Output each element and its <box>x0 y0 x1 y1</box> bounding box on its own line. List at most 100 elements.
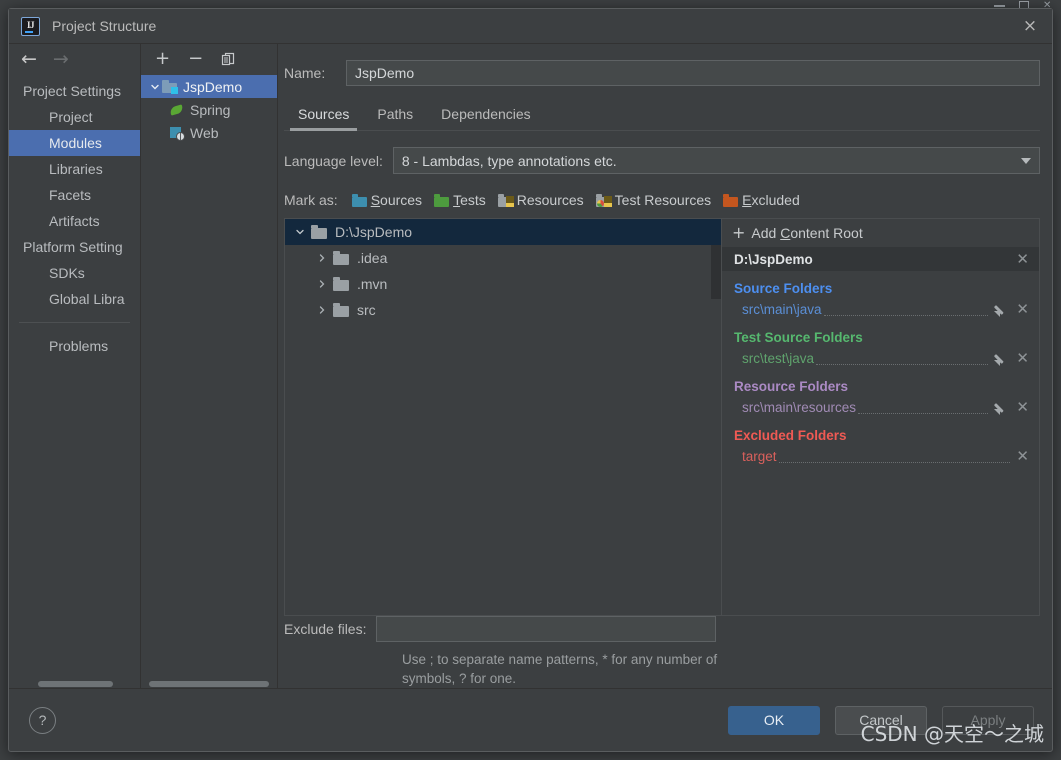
file-tree-vertical-scrollbar[interactable] <box>711 245 721 299</box>
sidebar-item-facets[interactable]: Facets <box>9 182 140 208</box>
add-content-root-pre: Add <box>751 225 781 241</box>
exclude-files-input[interactable] <box>376 616 717 642</box>
language-level-value: 8 - Lambdas, type annotations etc. <box>401 152 617 169</box>
modules-tree: JspDemo Spring Web <box>141 74 277 688</box>
close-icon[interactable]: × <box>1020 16 1040 36</box>
sidebar-item-problems[interactable]: Problems <box>9 333 140 359</box>
chevron-right-icon[interactable] <box>311 305 333 315</box>
excluded-folder-row[interactable]: target ✕ <box>722 446 1039 467</box>
tab-sources[interactable]: Sources <box>284 102 363 131</box>
dotted-leader <box>816 352 989 365</box>
source-folder-row[interactable]: src\main\java ✕ <box>722 299 1039 320</box>
edit-pencil-icon[interactable] <box>994 352 1008 366</box>
add-content-root-mnemonic: C <box>780 225 791 241</box>
apply-button: Apply <box>942 705 1034 735</box>
language-level-label: Language level: <box>284 152 383 169</box>
resource-folder-row[interactable]: src\main\resources ✕ <box>722 397 1039 418</box>
test-source-folders-title: Test Source Folders <box>734 330 863 345</box>
mark-as-excluded-label: xcluded <box>751 192 800 208</box>
exclude-files-block: Exclude files: Use ; to separate name pa… <box>284 616 1040 688</box>
file-tree-row-idea[interactable]: .idea <box>285 245 721 271</box>
forward-arrow-icon[interactable]: → <box>53 49 69 69</box>
ok-button[interactable]: OK <box>728 705 820 735</box>
source-folder-path: src\main\java <box>742 302 822 317</box>
modules-horizontal-scrollbar[interactable] <box>141 679 277 688</box>
copy-module-icon[interactable] <box>221 52 236 67</box>
chevron-down-icon[interactable] <box>147 82 162 92</box>
remove-module-button[interactable]: − <box>188 50 203 68</box>
remove-folder-icon[interactable]: ✕ <box>1016 302 1029 317</box>
module-tree-label: Spring <box>190 101 231 118</box>
module-tree-row-web[interactable]: Web <box>141 121 277 144</box>
module-name-row: Name: JspDemo <box>278 60 1040 86</box>
sidebar-item-list: Project Settings Project Modules Librari… <box>9 74 140 688</box>
mark-as-row: Mark as: Sources Tests Resources Test Re… <box>284 192 1040 208</box>
file-tree-label: .mvn <box>357 276 388 292</box>
cancel-button[interactable]: Cancel <box>835 705 927 735</box>
folder-icon <box>333 251 350 265</box>
module-tabs: Sources Paths Dependencies <box>284 102 1040 131</box>
content-file-tree: D:\JspDemo .idea .mvn src <box>285 219 721 323</box>
excluded-folder-path: target <box>742 449 777 464</box>
remove-folder-icon[interactable]: ✕ <box>1016 400 1029 415</box>
plus-icon: + <box>732 223 746 242</box>
sidebar-scrollbar-thumb[interactable] <box>38 681 113 687</box>
test-source-folder-row[interactable]: src\test\java ✕ <box>722 348 1039 369</box>
chevron-right-icon[interactable] <box>311 279 333 289</box>
chevron-down-icon <box>1021 157 1031 164</box>
sidebar-group-platform-settings: Platform Setting <box>23 239 123 255</box>
add-module-button[interactable]: + <box>155 50 170 68</box>
remove-content-root-icon[interactable]: ✕ <box>1016 251 1029 267</box>
mark-as-excluded-mnemonic: E <box>742 192 752 208</box>
sidebar-item-artifacts[interactable]: Artifacts <box>9 208 140 234</box>
module-tree-row-spring[interactable]: Spring <box>141 98 277 121</box>
sidebar-item-sdks[interactable]: SDKs <box>9 260 140 286</box>
file-tree-row-root[interactable]: D:\JspDemo <box>285 219 721 245</box>
sidebar-horizontal-scrollbar[interactable] <box>9 679 140 688</box>
file-tree-label: .idea <box>357 250 388 266</box>
modules-scrollbar-thumb[interactable] <box>149 681 269 687</box>
mark-as-tests-label: ests <box>460 192 486 208</box>
excluded-folder-icon <box>723 193 739 207</box>
mark-as-test-resources-button[interactable]: Test Resources <box>595 192 711 208</box>
dotted-leader <box>823 303 989 316</box>
sidebar-navigation: ← → <box>9 44 140 74</box>
sidebar-item-global-libraries[interactable]: Global Libra <box>9 286 140 312</box>
module-tree-row-jspdemo[interactable]: JspDemo <box>141 75 277 98</box>
remove-folder-icon[interactable]: ✕ <box>1016 449 1029 464</box>
file-tree-label: src <box>357 302 376 318</box>
file-tree-row-mvn[interactable]: .mvn <box>285 271 721 297</box>
help-button[interactable]: ? <box>29 706 56 734</box>
add-content-root-button[interactable]: + Add Content Root <box>722 219 1039 247</box>
sidebar-item-project[interactable]: Project <box>9 104 140 130</box>
mark-as-sources-mnemonic: S <box>370 192 381 208</box>
content-file-tree-panel: D:\JspDemo .idea .mvn src <box>284 218 721 616</box>
tab-paths[interactable]: Paths <box>363 102 427 130</box>
edit-pencil-icon[interactable] <box>994 303 1008 317</box>
content-root-header: D:\JspDemo ✕ <box>722 247 1039 271</box>
back-arrow-icon[interactable]: ← <box>21 49 37 69</box>
resources-folder-icon <box>497 193 514 207</box>
file-tree-row-src[interactable]: src <box>285 297 721 323</box>
remove-folder-icon[interactable]: ✕ <box>1016 351 1029 366</box>
project-structure-dialog: IJ Project Structure × ← → Project Setti… <box>8 8 1053 752</box>
mark-as-tests-mnemonic: T <box>453 192 461 208</box>
module-tree-label: Web <box>190 124 219 141</box>
tab-dependencies[interactable]: Dependencies <box>427 102 545 130</box>
sidebar-item-libraries[interactable]: Libraries <box>9 156 140 182</box>
mark-as-sources-button[interactable]: Sources <box>351 192 422 208</box>
test-resources-folder-icon <box>595 193 612 207</box>
mark-as-tests-button[interactable]: Tests <box>434 192 486 208</box>
module-name-input[interactable]: JspDemo <box>346 60 1040 86</box>
language-level-select[interactable]: 8 - Lambdas, type annotations etc. <box>392 147 1040 174</box>
sidebar-item-modules[interactable]: Modules <box>9 130 140 156</box>
edit-pencil-icon[interactable] <box>994 401 1008 415</box>
source-folders-title: Source Folders <box>734 281 833 296</box>
module-editor-panel: Name: JspDemo Sources Paths Dependencies… <box>278 44 1052 688</box>
mark-as-resources-button[interactable]: Resources <box>497 192 584 208</box>
chevron-right-icon[interactable] <box>311 253 333 263</box>
mark-as-excluded-button[interactable]: Excluded <box>723 192 800 208</box>
modules-toolbar: + − <box>141 44 277 74</box>
chevron-down-icon[interactable] <box>289 227 311 237</box>
dotted-leader <box>778 450 1011 463</box>
